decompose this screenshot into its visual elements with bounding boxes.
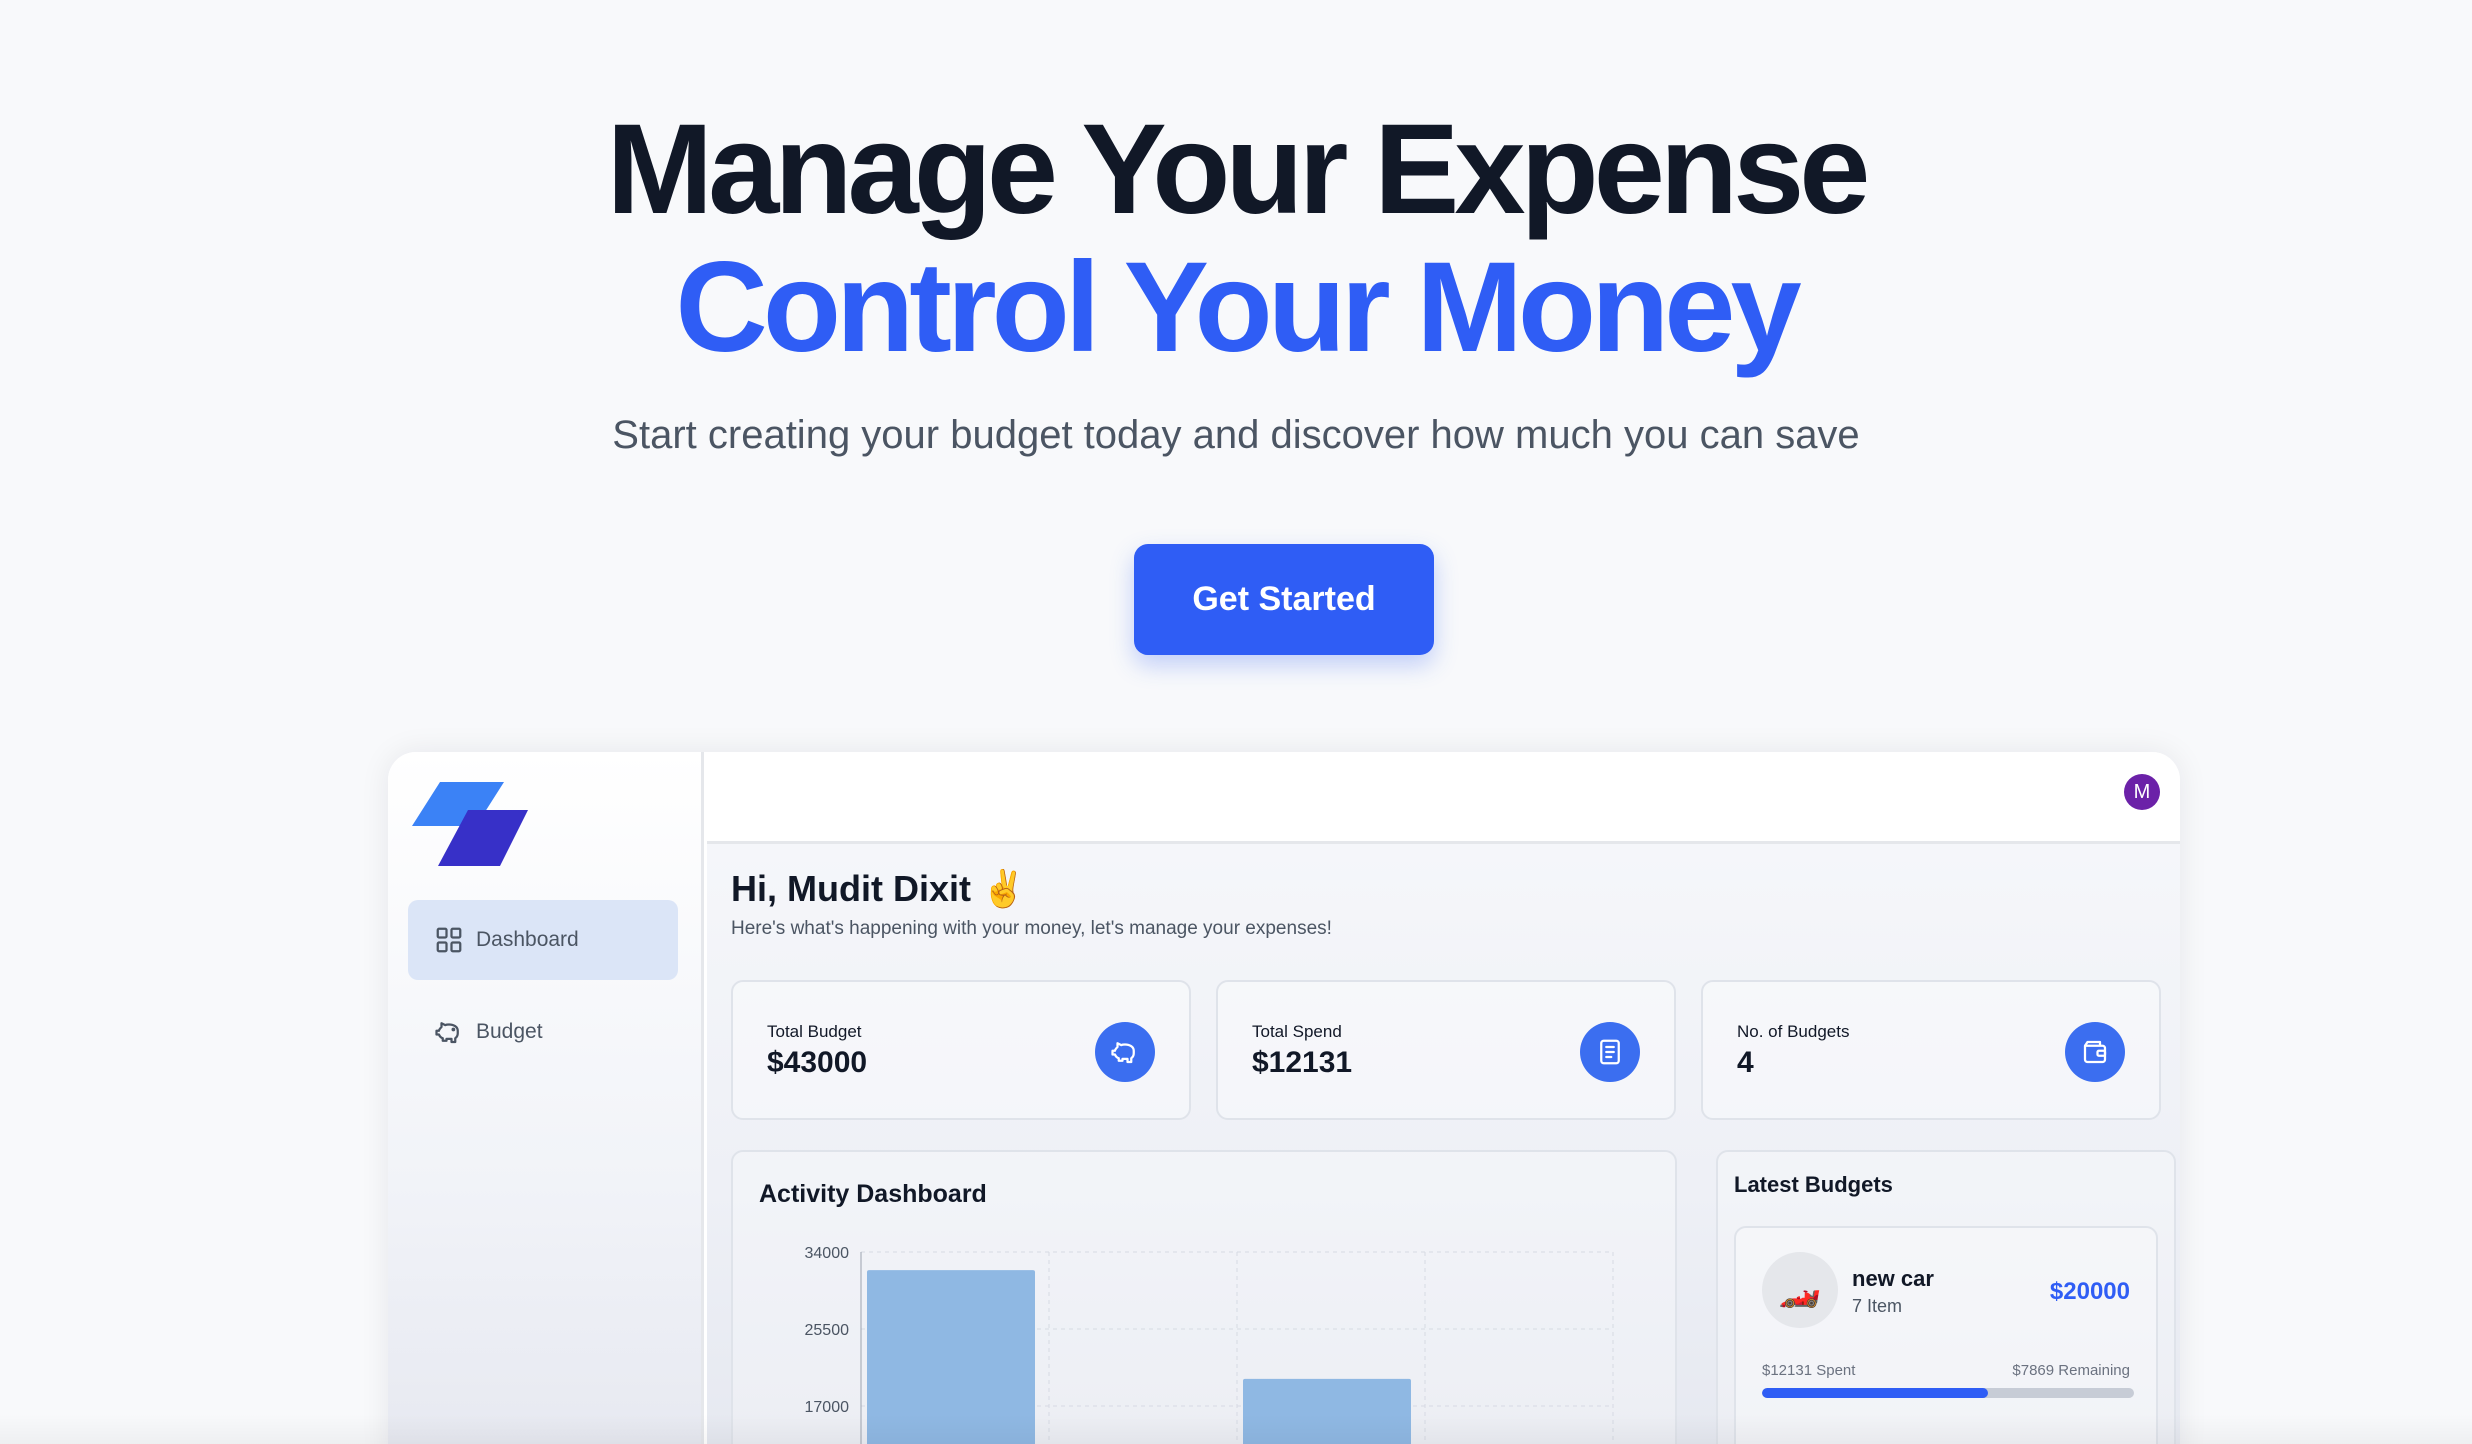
- stat-label: Total Spend: [1252, 1022, 1342, 1041]
- activity-chart: 340002550017000: [805, 1245, 1614, 1444]
- hero-title-accent: Control Your Money: [675, 236, 1801, 379]
- stat-value: 4: [1737, 1046, 1754, 1079]
- sidebar-item-label: Dashboard: [476, 928, 579, 951]
- stat-card-total-spend: Total Spend $12131: [1216, 980, 1676, 1120]
- sidebar: Dashboard Budget: [388, 752, 704, 1444]
- stat-label: No. of Budgets: [1737, 1022, 1850, 1041]
- budget-spent: $12131 Spent: [1762, 1362, 1856, 1379]
- y-tick-label: 34000: [805, 1245, 850, 1262]
- hero-title: Manage Your Expense: [606, 98, 1871, 241]
- budget-progress-fill: [1762, 1388, 1988, 1398]
- top-bar: M: [707, 752, 2180, 844]
- budget-amount: $20000: [2049, 1278, 2130, 1305]
- activity-panel: Activity Dashboard 34000 25500 17000: [731, 1150, 1677, 1444]
- budget-remaining: $7869 Remaining: [2012, 1362, 2130, 1379]
- budget-card[interactable]: 🏎️ new car 7 Item $20000 $12131 Spent $7…: [1734, 1226, 2158, 1444]
- stat-value: $43000: [767, 1046, 868, 1079]
- y-tick-label: 25500: [805, 1322, 850, 1339]
- greeting-title: Hi, Mudit Dixit ✌️: [731, 868, 1026, 909]
- stat-card-budget-count: No. of Budgets 4: [1701, 980, 2161, 1120]
- latest-budgets-title: Latest Budgets: [1734, 1172, 1893, 1197]
- greeting-subtitle: Here's what's happening with your money,…: [731, 918, 1332, 939]
- latest-budgets-panel: Latest Budgets 🏎️ new car 7 Item $20000 …: [1716, 1150, 2176, 1444]
- budget-item-count: 7 Item: [1852, 1296, 1903, 1316]
- piggy-bank-icon: [435, 1022, 459, 1044]
- hero-subtitle: Start creating your budget today and dis…: [612, 413, 1860, 457]
- sidebar-item-dashboard[interactable]: Dashboard: [408, 900, 678, 980]
- receipt-icon: [1580, 1022, 1640, 1082]
- wallet-icon: [2065, 1022, 2125, 1082]
- app-preview: Dashboard Budget M Hi, Mudit Dixit ✌️ He…: [388, 752, 2180, 1444]
- app-logo: [412, 782, 528, 866]
- grid-icon: [436, 927, 462, 953]
- sidebar-item-label: Budget: [476, 1020, 543, 1043]
- sidebar-item-budget[interactable]: Budget: [408, 992, 678, 1072]
- get-started-button[interactable]: Get Started: [1134, 544, 1434, 655]
- piggy-bank-icon: [1095, 1022, 1155, 1082]
- stat-label: Total Budget: [767, 1022, 862, 1041]
- budget-name: new car: [1852, 1266, 1934, 1291]
- avatar[interactable]: M: [2124, 774, 2160, 810]
- bottom-fade: [0, 1414, 2472, 1444]
- budget-emoji: 🏎️: [1762, 1252, 1838, 1328]
- activity-title: Activity Dashboard: [759, 1180, 987, 1208]
- main-content: M Hi, Mudit Dixit ✌️ Here's what's happe…: [707, 752, 2180, 1444]
- stat-card-total-budget: Total Budget $43000: [731, 980, 1191, 1120]
- stat-value: $12131: [1252, 1046, 1353, 1079]
- budget-progress-bar: [1762, 1388, 2134, 1398]
